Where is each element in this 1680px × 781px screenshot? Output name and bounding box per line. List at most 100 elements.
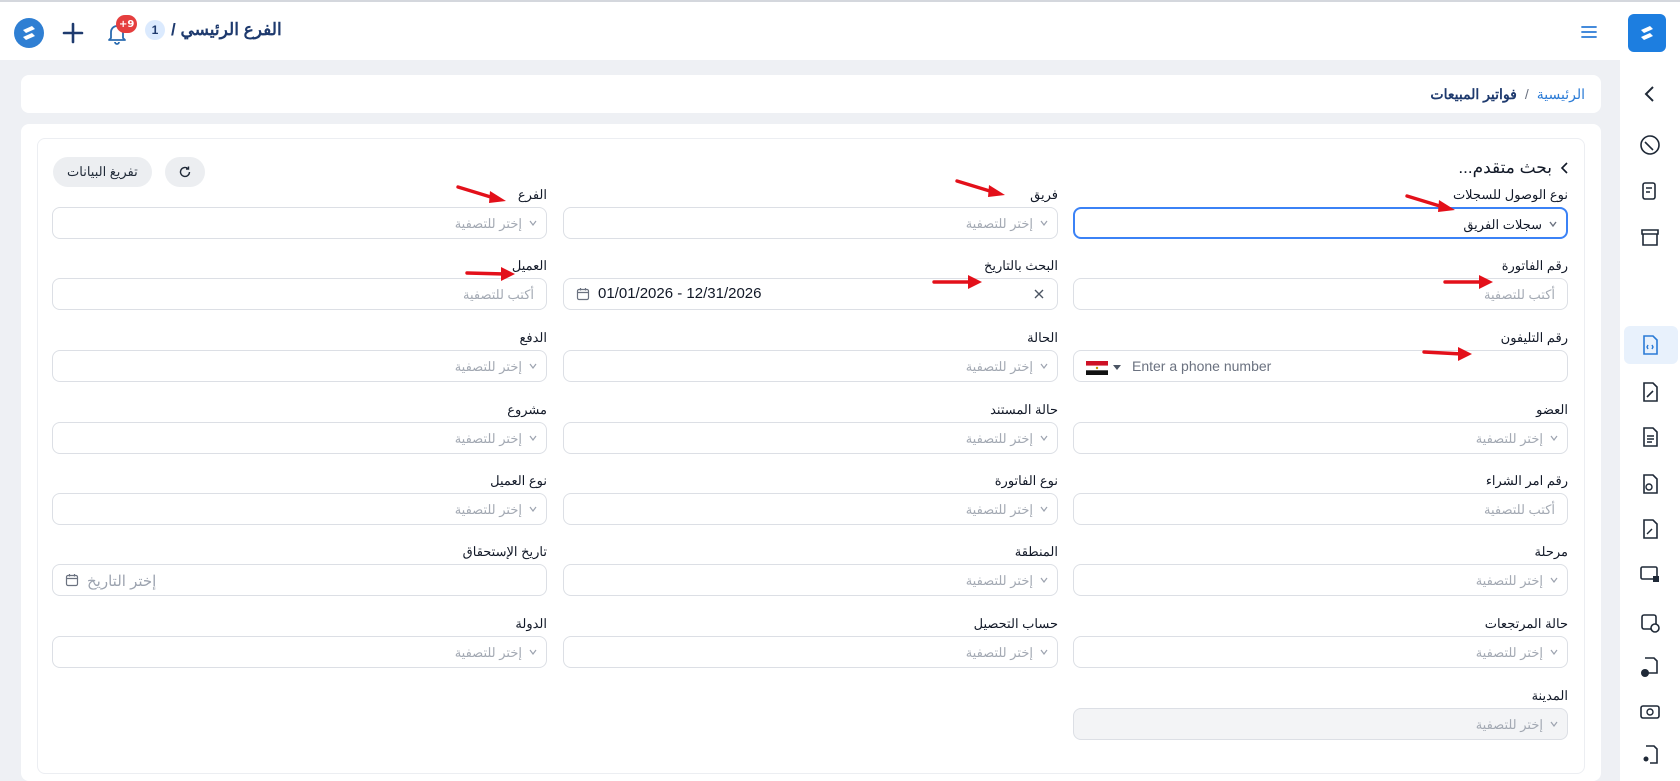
refresh-icon: [179, 166, 191, 178]
breadcrumb: الرئيسية / فواتير المبيعات: [1430, 86, 1585, 103]
team-label: فريق: [1030, 187, 1058, 202]
due-date-label: تاريخ الإستحقاق: [462, 544, 547, 559]
invoice-number-label: رقم الفاتورة: [1501, 258, 1568, 273]
chevron-down-icon: [1040, 577, 1048, 583]
region-label: المنطقة: [1014, 544, 1058, 559]
invoice-type-select[interactable]: إختر للتصفية: [563, 493, 1058, 525]
document-cancel-icon[interactable]: [1638, 517, 1662, 541]
payment-select[interactable]: إختر للتصفية: [52, 350, 547, 382]
collection-account-select[interactable]: إختر للتصفية: [563, 636, 1058, 668]
returns-status-label: حالة المرتجعات: [1484, 616, 1568, 631]
chevron-down-icon: [1040, 506, 1048, 512]
chevron-down-icon: [1040, 220, 1048, 226]
cash-register-icon[interactable]: [1638, 180, 1662, 204]
chevron-down-icon: [529, 435, 537, 441]
member-label: العضو: [1536, 402, 1568, 417]
chevron-down-icon: [1040, 435, 1048, 441]
annotation-arrow-icon: [465, 267, 515, 281]
egypt-flag-icon[interactable]: [1086, 361, 1108, 375]
phone-input[interactable]: Enter a phone number: [1073, 350, 1568, 382]
stage-select[interactable]: إختر للتصفية: [1073, 564, 1568, 596]
annotation-arrow-icon: [955, 179, 1005, 197]
po-number-input[interactable]: أكتب للتصفية: [1073, 493, 1568, 525]
advanced-search-title: بحث متقدم...: [1458, 158, 1552, 177]
customer-label: العميل: [511, 258, 547, 273]
region-select[interactable]: إختر للتصفية: [563, 564, 1058, 596]
payment-label: الدفع: [519, 330, 547, 345]
status-label: الحالة: [1027, 330, 1058, 345]
add-icon[interactable]: [58, 18, 88, 48]
monitor-icon[interactable]: [1638, 563, 1662, 587]
brand-logo[interactable]: [1628, 14, 1666, 52]
sales-invoice-icon[interactable]: [1638, 333, 1662, 357]
chevron-down-icon: [529, 363, 537, 369]
chevron-left-icon: [1560, 162, 1568, 174]
chevron-down-icon: [1550, 721, 1558, 727]
project-select[interactable]: إختر للتصفية: [52, 422, 547, 454]
calendar-icon: [576, 288, 590, 301]
breadcrumb-home[interactable]: الرئيسية: [1537, 86, 1585, 103]
record-access-type-label: نوع الوصول للسجلات: [1452, 187, 1568, 202]
document-status-label: حالة المستند: [990, 402, 1058, 417]
notification-badge: +9: [116, 15, 138, 33]
chevron-down-icon: [1040, 649, 1048, 655]
document-status-select[interactable]: إختر للتصفية: [563, 422, 1058, 454]
chevron-down-icon: [529, 649, 537, 655]
city-select[interactable]: إختر للتصفية: [1073, 708, 1568, 740]
member-select[interactable]: إختر للتصفية: [1073, 422, 1568, 454]
annotation-arrow-icon: [456, 185, 506, 203]
sidebar: [1620, 60, 1680, 781]
document-refund-icon[interactable]: [1638, 472, 1662, 496]
invoice-type-label: نوع الفاتورة: [994, 473, 1058, 488]
country-label: الدولة: [515, 616, 547, 631]
status-select[interactable]: إختر للتصفية: [563, 350, 1058, 382]
add-document-icon[interactable]: [1638, 655, 1662, 679]
breadcrumb-separator: /: [1524, 86, 1529, 102]
branch-count-badge: 1: [145, 20, 165, 40]
branch-name: الفرع الرئيسي /: [171, 20, 282, 39]
document-lines-icon[interactable]: [1638, 425, 1662, 449]
country-select[interactable]: إختر للتصفية: [52, 636, 547, 668]
annotation-arrow-icon: [932, 275, 982, 289]
caret-down-icon: [1113, 365, 1121, 370]
advanced-search-toggle[interactable]: بحث متقدم...: [1458, 158, 1570, 178]
annotation-arrow-icon: [1443, 275, 1493, 289]
money-icon[interactable]: [1638, 700, 1662, 724]
clear-date-icon[interactable]: [1033, 288, 1045, 300]
branch-select[interactable]: إختر للتصفية: [52, 207, 547, 239]
store-icon[interactable]: [1638, 225, 1662, 249]
calendar-icon: [65, 574, 79, 587]
chevron-down-icon: [1040, 363, 1048, 369]
refresh-button[interactable]: [165, 157, 205, 187]
chevron-down-icon: [529, 220, 537, 226]
dashboard-icon[interactable]: [1638, 133, 1662, 157]
menu-icon[interactable]: [1578, 21, 1600, 43]
clear-data-button[interactable]: تفريغ البيانات: [53, 157, 152, 187]
project-label: مشروع: [507, 402, 547, 417]
clock-report-icon[interactable]: [1638, 611, 1662, 635]
top-bar: +9 1 الفرع الرئيسي /: [0, 0, 1680, 60]
chevron-down-icon: [1550, 435, 1558, 441]
main-card: بحث متقدم... تفريغ البيانات نوع الوصول ل…: [21, 124, 1601, 781]
advanced-search-panel: بحث متقدم... تفريغ البيانات نوع الوصول ل…: [37, 138, 1585, 774]
branch-selector[interactable]: 1 الفرع الرئيسي /: [145, 20, 282, 40]
customer-document-icon[interactable]: [1638, 743, 1662, 767]
customer-type-label: نوع العميل: [490, 473, 547, 488]
chevron-down-icon: [529, 506, 537, 512]
app-logo[interactable]: [14, 18, 44, 48]
date-search-label: البحث بالتاريخ: [984, 258, 1058, 273]
breadcrumb-card: الرئيسية / فواتير المبيعات: [21, 75, 1601, 113]
chevron-down-icon: [1550, 577, 1558, 583]
record-access-type-select[interactable]: سجلات الفريق: [1073, 207, 1568, 239]
branch-label: الفرع: [517, 187, 547, 202]
stage-label: مرحلة: [1534, 544, 1568, 559]
returns-status-select[interactable]: إختر للتصفية: [1073, 636, 1568, 668]
customer-type-select[interactable]: إختر للتصفية: [52, 493, 547, 525]
due-date-input[interactable]: إختر التاريخ: [52, 564, 547, 596]
chevron-down-icon: [1549, 221, 1557, 228]
city-label: المدينة: [1531, 688, 1568, 703]
po-number-label: رقم امر الشراء: [1485, 473, 1568, 488]
document-edit-icon[interactable]: [1638, 380, 1662, 404]
team-select[interactable]: إختر للتصفية: [563, 207, 1058, 239]
collapse-chevron-icon[interactable]: [1638, 82, 1662, 106]
